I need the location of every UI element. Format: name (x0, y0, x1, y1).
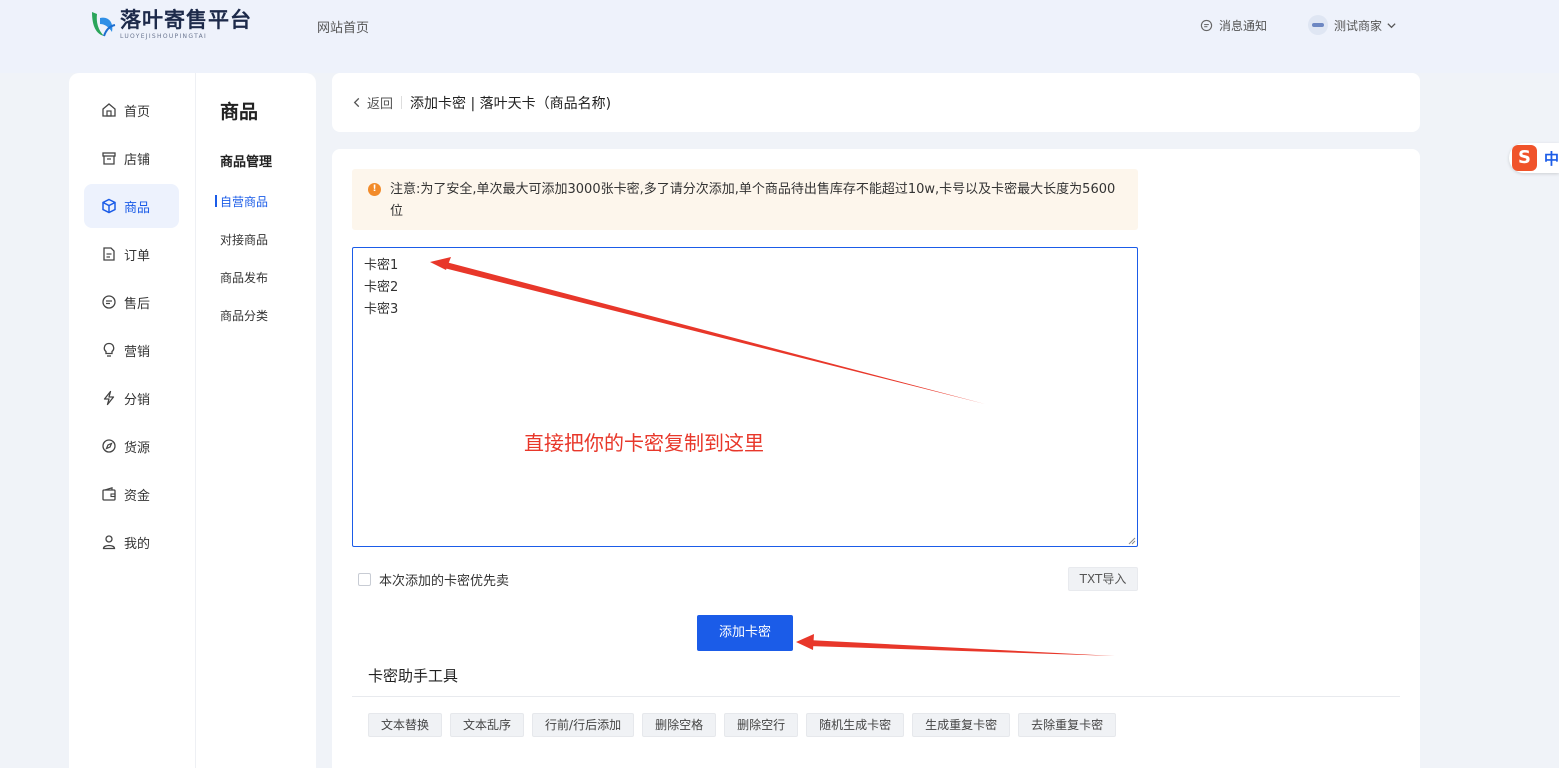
chevron-down-icon (1387, 22, 1396, 28)
sidebar: 首页 店铺 商品 订单 售后 营销 分销 货源 资金 我的 商品 商品管理 自营… (69, 73, 316, 768)
tool-remove-spaces-button[interactable]: 删除空格 (642, 713, 717, 737)
tool-remove-empty-lines-button[interactable]: 删除空行 (724, 713, 799, 737)
chevron-left-icon (353, 97, 360, 108)
sidebar-item-store[interactable]: 店铺 (84, 136, 179, 180)
annotation-hint: 直接把你的卡密复制到这里 (524, 431, 764, 455)
logo-leaf-icon (88, 8, 116, 40)
sidebar-item-label: 我的 (124, 536, 151, 552)
sidebar-item-aftersale[interactable]: 售后 (84, 280, 179, 324)
page-title: 添加卡密 | 落叶天卡（商品名称) (410, 95, 612, 112)
user-menu[interactable]: 测试商家 (1308, 15, 1397, 35)
txt-import-button[interactable]: TXT导入 (1068, 567, 1138, 591)
message-icon (1200, 19, 1213, 32)
sidebar-sub-nav: 商品 商品管理 自营商品 对接商品 商品发布 商品分类 (197, 73, 316, 768)
sidebar-main-nav: 首页 店铺 商品 订单 售后 营销 分销 货源 资金 我的 (69, 73, 196, 768)
sub-nav-item-goods-category[interactable]: 商品分类 (220, 307, 268, 324)
user-icon (102, 535, 116, 550)
tool-shuffle-button[interactable]: 文本乱序 (450, 713, 525, 737)
priority-checkbox[interactable]: 本次添加的卡密优先卖 (358, 570, 509, 589)
sogou-icon: S (1512, 145, 1537, 171)
store-icon (102, 152, 116, 165)
sidebar-item-orders[interactable]: 订单 (84, 232, 179, 276)
order-icon (103, 247, 115, 261)
sidebar-item-label: 店铺 (124, 152, 151, 168)
bolt-icon (103, 390, 115, 406)
warning-icon: ! (368, 183, 381, 196)
add-card-button[interactable]: 添加卡密 (697, 615, 793, 651)
notice-text: 注意:为了安全,单次最大可添加3000张卡密,多了请分次添加,单个商品待出售库存… (390, 182, 1116, 219)
sidebar-item-home[interactable]: 首页 (84, 88, 179, 132)
bulb-icon (103, 342, 115, 357)
sidebar-item-label: 订单 (124, 248, 151, 264)
sidebar-item-label: 首页 (124, 104, 151, 120)
resize-grip-icon[interactable] (1126, 535, 1136, 545)
nav-home-link[interactable]: 网站首页 (317, 17, 369, 36)
logo-title: 落叶寄售平台 (120, 8, 252, 32)
chat-icon (102, 295, 116, 309)
sidebar-item-label: 售后 (124, 296, 151, 312)
tool-line-prefix-suffix-button[interactable]: 行前/行后添加 (532, 713, 635, 737)
sidebar-item-goods[interactable]: 商品 (84, 184, 179, 228)
breadcrumb: 返回 添加卡密 | 落叶天卡（商品名称) (332, 73, 1420, 132)
wallet-icon (102, 486, 116, 501)
home-icon (102, 103, 116, 117)
tool-random-generate-button[interactable]: 随机生成卡密 (806, 713, 905, 737)
tool-generate-duplicate-button[interactable]: 生成重复卡密 (912, 713, 1011, 737)
sidebar-item-label: 货源 (124, 440, 151, 456)
ime-mode: 中 (1543, 149, 1559, 168)
sidebar-item-mine[interactable]: 我的 (84, 520, 179, 564)
sidebar-item-label: 分销 (124, 392, 151, 408)
sidebar-item-label: 商品 (124, 200, 151, 216)
sidebar-item-funds[interactable]: 资金 (84, 472, 179, 516)
logo[interactable]: 落叶寄售平台 LUOYEJISHOUPINGTAI (88, 8, 252, 40)
sidebar-item-label: 资金 (124, 488, 151, 504)
compass-icon (102, 439, 116, 453)
tools-bar: 文本替换 文本乱序 行前/行后添加 删除空格 删除空行 随机生成卡密 生成重复卡… (368, 713, 1124, 737)
sidebar-item-distribution[interactable]: 分销 (84, 376, 179, 420)
notify-link[interactable]: 消息通知 (1200, 17, 1267, 34)
add-card-form: ! 注意:为了安全,单次最大可添加3000张卡密,多了请分次添加,单个商品待出售… (332, 149, 1420, 768)
sidebar-item-marketing[interactable]: 营销 (84, 328, 179, 372)
tools-title: 卡密助手工具 (368, 667, 459, 685)
tool-remove-duplicate-button[interactable]: 去除重复卡密 (1018, 713, 1117, 737)
sub-nav-item-docking-goods[interactable]: 对接商品 (220, 231, 268, 248)
sub-nav-item-self-goods[interactable]: 自营商品 (214, 193, 268, 210)
priority-label: 本次添加的卡密优先卖 (379, 574, 510, 589)
user-name: 测试商家 (1334, 18, 1383, 33)
tool-text-replace-button[interactable]: 文本替换 (368, 713, 443, 737)
card-secret-textarea[interactable] (352, 247, 1138, 547)
logo-subtitle: LUOYEJISHOUPINGTAI (120, 33, 208, 40)
avatar (1308, 15, 1328, 35)
sub-nav-title: 商品 (220, 101, 259, 123)
notice-alert: ! 注意:为了安全,单次最大可添加3000张卡密,多了请分次添加,单个商品待出售… (352, 169, 1138, 230)
checkbox-box[interactable] (358, 573, 371, 586)
sidebar-item-source[interactable]: 货源 (84, 424, 179, 468)
sub-nav-item-publish-goods[interactable]: 商品发布 (220, 269, 268, 286)
cube-icon (102, 198, 116, 214)
tools-divider (352, 696, 1400, 697)
ime-badge[interactable]: S 中 (1509, 143, 1559, 173)
top-header: 落叶寄售平台 LUOYEJISHOUPINGTAI 网站首页 消息通知 测试商家 (0, 0, 1559, 73)
sidebar-item-label: 营销 (124, 344, 151, 360)
notify-label: 消息通知 (1219, 19, 1268, 33)
back-label: 返回 (367, 97, 394, 112)
breadcrumb-divider (401, 96, 403, 109)
back-button[interactable]: 返回 (352, 93, 393, 112)
sub-nav-group-title: 商品管理 (220, 155, 273, 170)
